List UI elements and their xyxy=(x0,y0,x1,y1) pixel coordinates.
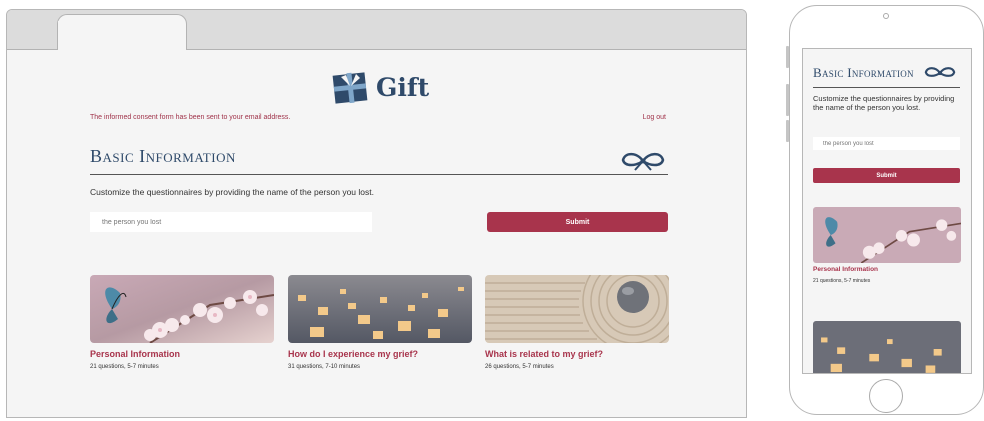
submit-button[interactable]: Submit xyxy=(487,212,668,232)
logout-link[interactable]: Log out xyxy=(643,114,666,121)
phone-volume-up-button xyxy=(786,84,789,116)
card-meta: 31 questions, 7-10 minutes xyxy=(288,364,361,370)
phone-volume-down-button xyxy=(786,120,789,142)
desktop-page: Gift The informed consent form has been … xyxy=(7,50,746,417)
mobile-lost-person-name-input[interactable] xyxy=(813,137,960,150)
intro-text: Customize the questionnaires by providin… xyxy=(90,187,374,197)
butterfly-blossoms-image xyxy=(813,207,961,263)
butterfly-blossoms-image xyxy=(90,275,274,343)
questionnaire-card-experience-grief[interactable]: How do I experience my grief? 31 questio… xyxy=(288,275,472,370)
card-meta: 21 questions, 5-7 minutes xyxy=(90,364,159,370)
card-title: How do I experience my grief? xyxy=(288,349,419,359)
phone-home-button[interactable] xyxy=(869,379,903,413)
section-title: Basic Information xyxy=(90,146,236,166)
phone-mockup: Basic Information Customize the question… xyxy=(786,5,984,415)
mobile-submit-button[interactable]: Submit xyxy=(813,168,960,183)
mobile-questionnaire-card-personal-info[interactable]: Personal Information 21 questions, 5-7 m… xyxy=(813,207,961,284)
mobile-card-title: Personal Information xyxy=(813,266,879,273)
floating-lanterns-image xyxy=(813,321,961,373)
phone-camera xyxy=(883,13,889,19)
mobile-questionnaire-card-experience-grief[interactable] xyxy=(813,321,961,373)
mobile-section-divider xyxy=(813,87,960,88)
lost-person-name-input[interactable] xyxy=(90,212,372,232)
gift-box-icon xyxy=(332,72,368,104)
section-divider xyxy=(90,174,668,175)
floating-lanterns-image xyxy=(288,275,472,343)
zen-garden-stone-image xyxy=(485,275,669,343)
ribbon-bow-icon xyxy=(924,67,956,77)
consent-status-message: The informed consent form has been sent … xyxy=(90,114,291,121)
questionnaire-card-personal-info[interactable]: Personal Information 21 questions, 5-7 m… xyxy=(90,275,274,370)
mobile-section-title: Basic Information xyxy=(813,65,914,80)
questionnaire-card-related-grief[interactable]: What is related to my grief? 26 question… xyxy=(485,275,669,370)
browser-tab-bar xyxy=(7,10,746,51)
mobile-card-meta: 21 questions, 5-7 minutes xyxy=(813,278,871,284)
brand-logo: Gift xyxy=(332,70,429,104)
card-title: What is related to my grief? xyxy=(485,349,604,359)
desktop-browser-mockup: Gift The informed consent form has been … xyxy=(6,9,747,418)
mobile-intro-text: Customize the questionnaires by providin… xyxy=(813,94,955,112)
phone-side-button xyxy=(786,46,789,68)
brand-name: Gift xyxy=(376,72,430,102)
browser-tab[interactable] xyxy=(57,14,187,51)
ribbon-bow-icon xyxy=(621,152,665,171)
card-title: Personal Information xyxy=(90,349,181,359)
card-meta: 26 questions, 5-7 minutes xyxy=(485,364,554,370)
phone-screen: Basic Information Customize the question… xyxy=(802,48,972,374)
